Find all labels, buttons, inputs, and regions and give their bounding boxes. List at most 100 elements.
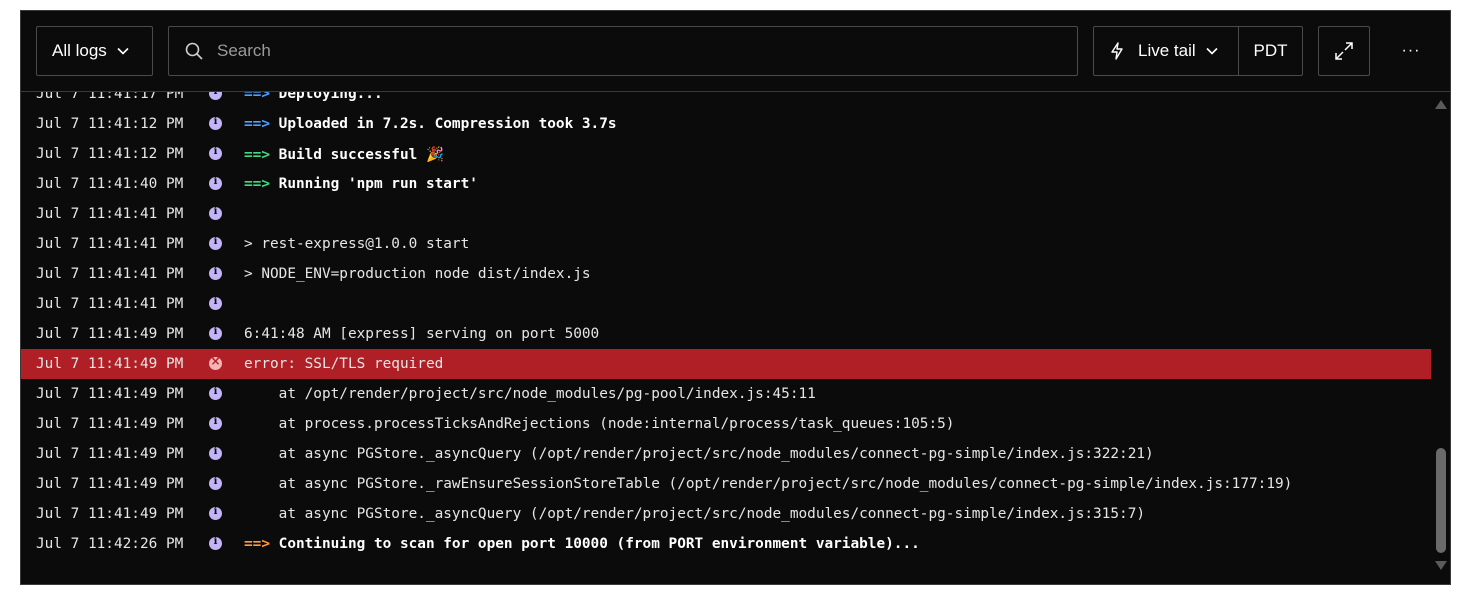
- log-row[interactable]: Jul 7 11:42:26 PM ==> Continuing to scan …: [21, 529, 1431, 559]
- log-message: at process.processTicksAndRejections (no…: [244, 416, 955, 432]
- log-text: Continuing to scan for open port 10000 (…: [278, 536, 920, 552]
- info-icon: [209, 506, 222, 520]
- log-message: error: SSL/TLS required: [244, 356, 443, 372]
- scroll-up-icon[interactable]: [1435, 100, 1447, 109]
- log-message: ==> Deploying...: [244, 92, 383, 102]
- info-icon: [209, 236, 222, 250]
- log-row[interactable]: Jul 7 11:41:41 PM > rest-express@1.0.0 st…: [21, 229, 1431, 259]
- log-text: 6:41:48 AM [express] serving on port 500…: [244, 326, 600, 342]
- log-text: Deploying...: [278, 92, 383, 102]
- log-row[interactable]: Jul 7 11:41:49 PM at async PGStore._asyn…: [21, 439, 1431, 469]
- log-row[interactable]: Jul 7 11:41:49 PM at process.processTick…: [21, 409, 1431, 439]
- log-message: at /opt/render/project/src/node_modules/…: [244, 386, 816, 402]
- log-arrow-prefix: ==>: [244, 92, 279, 102]
- log-timestamp: Jul 7 11:41:49 PM: [36, 416, 184, 432]
- error-icon: [209, 354, 222, 370]
- log-timestamp: Jul 7 11:41:49 PM: [36, 506, 184, 522]
- live-tail-button[interactable]: Live tail: [1094, 27, 1218, 75]
- log-text: Uploaded in 7.2s. Compression took 3.7s: [278, 116, 617, 132]
- log-text: at /opt/render/project/src/node_modules/…: [244, 386, 816, 402]
- timezone-button[interactable]: PDT: [1239, 27, 1302, 75]
- info-icon: [209, 536, 222, 550]
- log-row[interactable]: Jul 7 11:41:40 PM ==> Running 'npm run st…: [21, 169, 1431, 199]
- log-text: at async PGStore._rawEnsureSessionStoreT…: [244, 476, 1293, 492]
- log-message: > NODE_ENV=production node dist/index.js: [244, 266, 591, 282]
- log-message: at async PGStore._asyncQuery (/opt/rende…: [244, 446, 1154, 462]
- log-row[interactable]: Jul 7 11:41:49 PM at /opt/render/project…: [21, 379, 1431, 409]
- log-row-error[interactable]: Jul 7 11:41:49 PM error: SSL/TLS required: [21, 349, 1431, 379]
- info-icon: [209, 386, 222, 400]
- log-timestamp: Jul 7 11:41:12 PM: [36, 146, 184, 162]
- chevron-down-icon: [117, 47, 129, 55]
- log-text: at async PGStore._asyncQuery (/opt/rende…: [244, 446, 1154, 462]
- log-text: at async PGStore._asyncQuery (/opt/rende…: [244, 506, 1146, 522]
- live-tail-label: Live tail: [1138, 41, 1196, 60]
- log-message: 6:41:48 AM [express] serving on port 500…: [244, 326, 599, 342]
- scrollbar-thumb[interactable]: [1436, 448, 1446, 553]
- log-row[interactable]: Jul 7 11:41:17 PM ==> Deploying...: [21, 92, 1431, 109]
- log-arrow-prefix: ==>: [244, 176, 279, 192]
- expand-icon: [1334, 41, 1354, 61]
- log-filter-dropdown[interactable]: All logs: [36, 26, 153, 76]
- log-text: Build successful 🎉: [278, 146, 444, 163]
- log-text: > rest-express@1.0.0 start: [244, 236, 470, 252]
- log-message: ==> Build successful 🎉: [244, 146, 444, 163]
- log-row[interactable]: Jul 7 11:41:41 PM > NODE_ENV=production n…: [21, 259, 1431, 289]
- log-timestamp: Jul 7 11:41:49 PM: [36, 356, 184, 372]
- log-timestamp: Jul 7 11:41:41 PM: [36, 296, 184, 312]
- log-text: > NODE_ENV=production node dist/index.js: [244, 266, 591, 282]
- info-icon: [209, 176, 222, 190]
- log-viewer: All logs Search Live tail PDT ··· Jul 7 …: [20, 10, 1451, 585]
- expand-button[interactable]: [1318, 26, 1370, 76]
- log-arrow-prefix: ==>: [244, 536, 279, 552]
- log-arrow-prefix: ==>: [244, 116, 279, 132]
- log-row[interactable]: Jul 7 11:41:12 PM ==> Uploaded in 7.2s. C…: [21, 109, 1431, 139]
- log-timestamp: Jul 7 11:41:17 PM: [36, 92, 184, 102]
- log-text: error: SSL/TLS required: [244, 356, 444, 372]
- more-options-button[interactable]: ···: [1391, 26, 1431, 76]
- log-row[interactable]: Jul 7 11:41:41 PM: [21, 199, 1431, 229]
- chevron-down-icon: [1206, 47, 1218, 55]
- log-message: > rest-express@1.0.0 start: [244, 236, 469, 252]
- log-arrow-prefix: ==>: [244, 146, 279, 163]
- info-icon: [209, 146, 222, 160]
- info-icon: [209, 92, 222, 100]
- scrollbar[interactable]: [1431, 92, 1450, 584]
- info-icon: [209, 326, 222, 340]
- info-icon: [209, 416, 222, 430]
- log-timestamp: Jul 7 11:42:26 PM: [36, 536, 184, 552]
- log-text: Running 'npm run start': [278, 176, 478, 192]
- log-timestamp: Jul 7 11:41:41 PM: [36, 206, 184, 222]
- log-timestamp: Jul 7 11:41:41 PM: [36, 266, 184, 282]
- log-row[interactable]: Jul 7 11:41:41 PM: [21, 289, 1431, 319]
- log-timestamp: Jul 7 11:41:49 PM: [36, 326, 184, 342]
- info-icon: [209, 206, 222, 220]
- log-timestamp: Jul 7 11:41:41 PM: [36, 236, 184, 252]
- log-timestamp: Jul 7 11:41:12 PM: [36, 116, 184, 132]
- info-icon: [209, 446, 222, 460]
- info-icon: [209, 266, 222, 280]
- scroll-down-icon[interactable]: [1435, 561, 1447, 570]
- log-message: ==> Continuing to scan for open port 100…: [244, 536, 920, 552]
- log-timestamp: Jul 7 11:41:49 PM: [36, 446, 184, 462]
- log-message: ==> Uploaded in 7.2s. Compression took 3…: [244, 116, 617, 132]
- log-row[interactable]: Jul 7 11:41:49 PM at async PGStore._rawE…: [21, 469, 1431, 499]
- lightning-icon: [1110, 42, 1124, 60]
- search-placeholder: Search: [217, 41, 271, 60]
- live-tail-group: Live tail PDT: [1093, 26, 1303, 76]
- log-list: Jul 7 11:41:17 PM==> Deploying...Jul 7 1…: [21, 92, 1431, 584]
- log-message: at async PGStore._rawEnsureSessionStoreT…: [244, 476, 1293, 492]
- search-input[interactable]: Search: [168, 26, 1078, 76]
- log-row[interactable]: Jul 7 11:41:49 PM 6:41:48 AM [express] se…: [21, 319, 1431, 349]
- log-message: at async PGStore._asyncQuery (/opt/rende…: [244, 506, 1145, 522]
- log-text: at process.processTicksAndRejections (no…: [244, 416, 955, 432]
- log-row[interactable]: Jul 7 11:41:12 PM ==> Build successful 🎉: [21, 139, 1431, 169]
- log-message: ==> Running 'npm run start': [244, 176, 478, 192]
- log-row[interactable]: Jul 7 11:41:49 PM at async PGStore._asyn…: [21, 499, 1431, 529]
- search-icon: [185, 42, 203, 60]
- log-timestamp: Jul 7 11:41:49 PM: [36, 476, 184, 492]
- info-icon: [209, 476, 222, 490]
- log-timestamp: Jul 7 11:41:40 PM: [36, 176, 184, 192]
- log-timestamp: Jul 7 11:41:49 PM: [36, 386, 184, 402]
- log-filter-label: All logs: [52, 41, 107, 60]
